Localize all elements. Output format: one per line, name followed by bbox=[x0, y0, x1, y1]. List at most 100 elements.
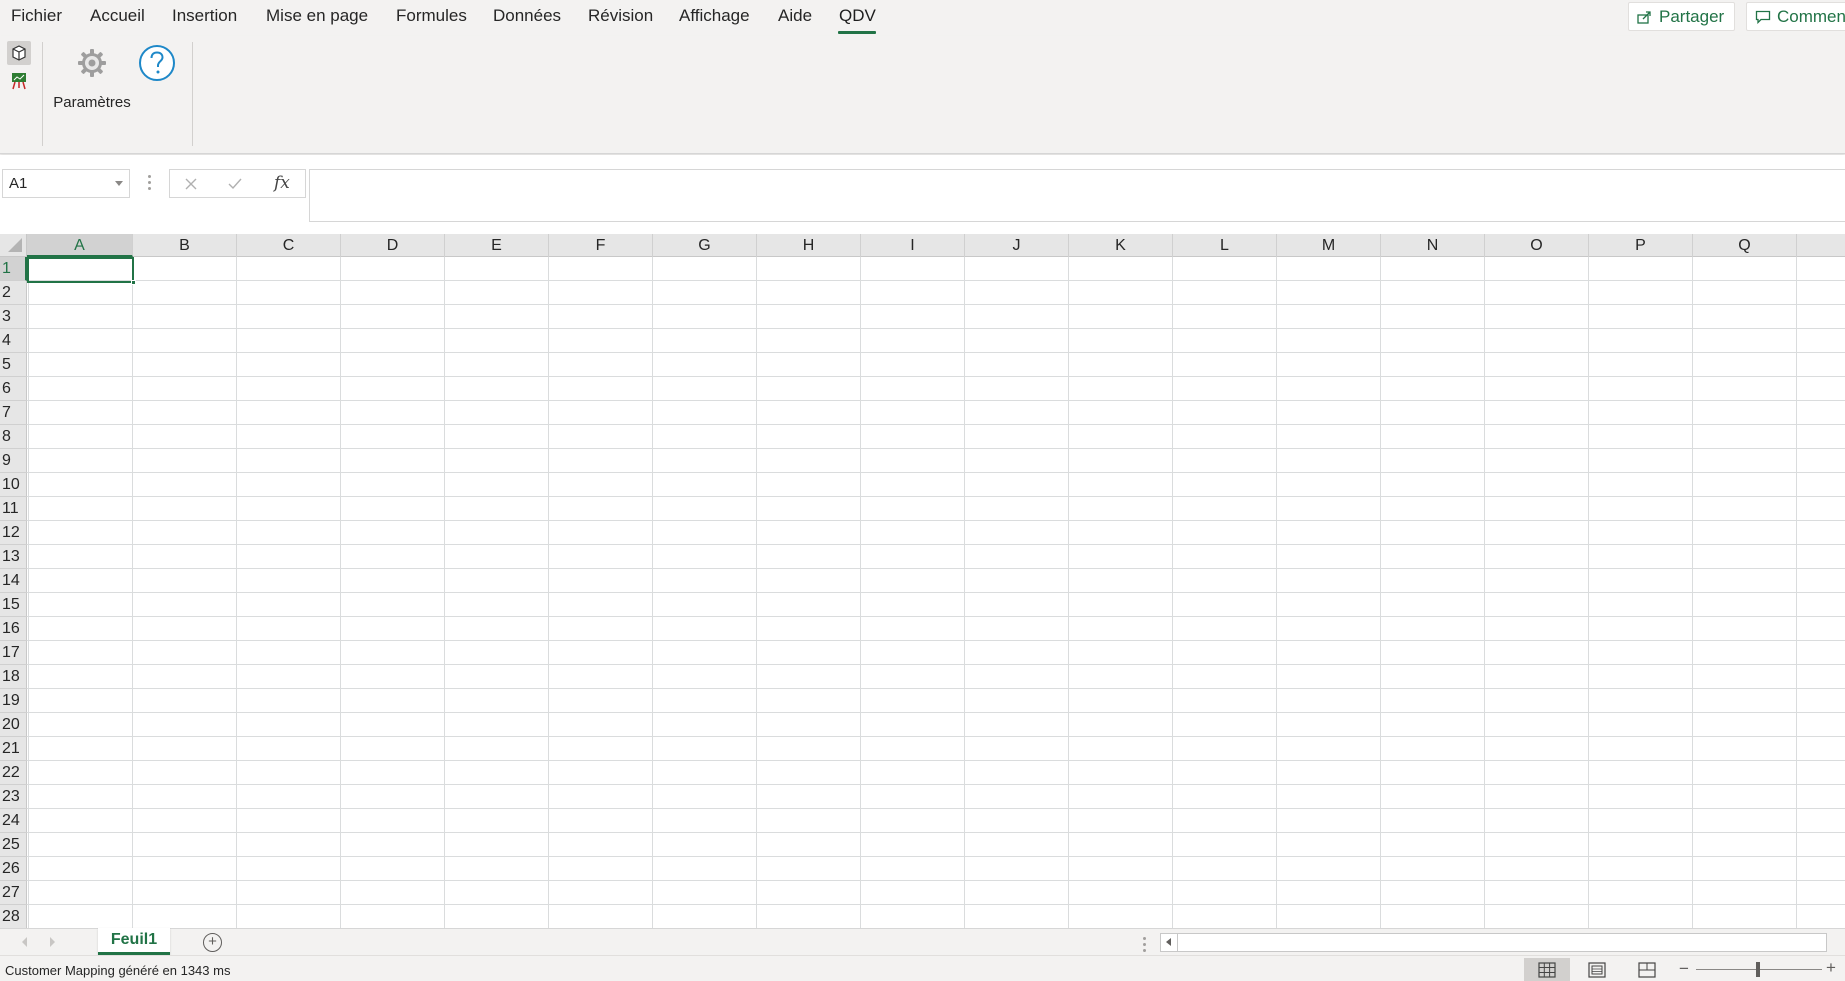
cancel-icon[interactable] bbox=[185, 178, 197, 190]
column-header-g[interactable]: G bbox=[653, 234, 757, 257]
name-box-value: A1 bbox=[9, 175, 28, 192]
row-header-8[interactable]: 8 bbox=[0, 425, 27, 449]
row-header-9[interactable]: 9 bbox=[0, 449, 27, 473]
row-header-1[interactable]: 1 bbox=[0, 257, 27, 281]
fill-handle[interactable] bbox=[131, 280, 136, 285]
column-header-i[interactable]: I bbox=[861, 234, 965, 257]
row-header-7[interactable]: 7 bbox=[0, 401, 27, 425]
column-header-e[interactable]: E bbox=[445, 234, 549, 257]
menu-formules[interactable]: Formules bbox=[396, 6, 467, 26]
enter-icon[interactable] bbox=[228, 178, 242, 190]
row-header-13[interactable]: 13 bbox=[0, 545, 27, 569]
menu-fichier[interactable]: Fichier bbox=[11, 6, 62, 26]
row-header-26[interactable]: 26 bbox=[0, 857, 27, 881]
sheet-next-icon[interactable] bbox=[50, 937, 55, 947]
formula-bar: A1 fx bbox=[0, 155, 1845, 222]
cell-area[interactable] bbox=[27, 257, 1845, 928]
add-sheet-button[interactable]: + bbox=[203, 933, 222, 952]
status-message: Customer Mapping généré en 1343 ms bbox=[5, 963, 231, 978]
sheet-tab-bar: Feuil1 + bbox=[0, 928, 1845, 955]
help-button[interactable] bbox=[138, 44, 176, 82]
row-header-12[interactable]: 12 bbox=[0, 521, 27, 545]
chart-board-icon[interactable] bbox=[10, 72, 28, 90]
column-header-f[interactable]: F bbox=[549, 234, 653, 257]
sheet-tab-feuil1[interactable]: Feuil1 bbox=[98, 928, 170, 955]
menu-donnees[interactable]: Données bbox=[493, 6, 561, 26]
row-header-19[interactable]: 19 bbox=[0, 689, 27, 713]
row-headers: 1 2 3 4 5 6 7 8 9 10 11 12 13 14 15 16 17 18 19 20 21 22 23 24 2… bbox=[0, 257, 27, 928]
row-header-21[interactable]: 21 bbox=[0, 737, 27, 761]
column-header-k[interactable]: K bbox=[1069, 234, 1173, 257]
cube-icon[interactable] bbox=[7, 41, 31, 65]
row-header-10[interactable]: 10 bbox=[0, 473, 27, 497]
column-header-o[interactable]: O bbox=[1485, 234, 1589, 257]
column-header-a[interactable]: A bbox=[27, 234, 133, 257]
gear-icon bbox=[78, 49, 106, 77]
menu-mise-en-page[interactable]: Mise en page bbox=[266, 6, 368, 26]
ribbon: Paramètres bbox=[0, 36, 1845, 154]
row-header-18[interactable]: 18 bbox=[0, 665, 27, 689]
active-tab-indicator bbox=[838, 31, 876, 34]
row-header-27[interactable]: 27 bbox=[0, 881, 27, 905]
column-header-q[interactable]: Q bbox=[1693, 234, 1797, 257]
row-header-6[interactable]: 6 bbox=[0, 377, 27, 401]
row-header-11[interactable]: 11 bbox=[0, 497, 27, 521]
page-break-view-button[interactable] bbox=[1624, 958, 1670, 981]
select-all-button[interactable] bbox=[0, 234, 27, 257]
ribbon-separator bbox=[42, 42, 43, 146]
column-header-l[interactable]: L bbox=[1173, 234, 1277, 257]
parametres-button[interactable]: Paramètres bbox=[52, 44, 132, 144]
menu-accueil[interactable]: Accueil bbox=[90, 6, 145, 26]
row-header-17[interactable]: 17 bbox=[0, 641, 27, 665]
column-header-d[interactable]: D bbox=[341, 234, 445, 257]
row-header-22[interactable]: 22 bbox=[0, 761, 27, 785]
menu-insertion[interactable]: Insertion bbox=[172, 6, 237, 26]
row-header-3[interactable]: 3 bbox=[0, 305, 27, 329]
insert-function-icon[interactable]: fx bbox=[274, 173, 290, 193]
scroll-left-icon[interactable] bbox=[1161, 934, 1178, 951]
chevron-down-icon[interactable] bbox=[115, 181, 123, 186]
row-header-2[interactable]: 2 bbox=[0, 281, 27, 305]
row-header-5[interactable]: 5 bbox=[0, 353, 27, 377]
column-header-c[interactable]: C bbox=[237, 234, 341, 257]
question-icon bbox=[139, 45, 175, 81]
zoom-out-button[interactable]: − bbox=[1679, 959, 1689, 979]
column-header-n[interactable]: N bbox=[1381, 234, 1485, 257]
sheet-prev-icon[interactable] bbox=[22, 937, 27, 947]
column-header-h[interactable]: H bbox=[757, 234, 861, 257]
page-layout-view-button[interactable] bbox=[1574, 958, 1620, 981]
formula-input[interactable] bbox=[309, 169, 1845, 222]
row-header-15[interactable]: 15 bbox=[0, 593, 27, 617]
menu-aide[interactable]: Aide bbox=[778, 6, 812, 26]
row-header-4[interactable]: 4 bbox=[0, 329, 27, 353]
row-header-28[interactable]: 28 bbox=[0, 905, 27, 928]
menu-revision[interactable]: Révision bbox=[588, 6, 653, 26]
row-header-14[interactable]: 14 bbox=[0, 569, 27, 593]
menu-bar: Fichier Accueil Insertion Mise en page F… bbox=[0, 0, 1845, 36]
menu-qdv[interactable]: QDV bbox=[839, 6, 876, 26]
zoom-in-button[interactable]: + bbox=[1826, 958, 1836, 978]
normal-view-button[interactable] bbox=[1524, 958, 1570, 981]
zoom-slider-thumb[interactable] bbox=[1756, 962, 1760, 977]
spreadsheet-grid: ABCDEFGHIJKLMNOPQ 1 2 3 4 5 6 7 8 9 10 11 12 13 14 15 1… bbox=[0, 222, 1845, 928]
row-header-25[interactable]: 25 bbox=[0, 833, 27, 857]
share-button[interactable]: Partager bbox=[1628, 2, 1735, 31]
column-headers: ABCDEFGHIJKLMNOPQ bbox=[27, 234, 1845, 257]
horizontal-scrollbar[interactable] bbox=[1160, 933, 1827, 952]
name-box[interactable]: A1 bbox=[2, 169, 130, 198]
row-header-20[interactable]: 20 bbox=[0, 713, 27, 737]
status-bar: Customer Mapping généré en 1343 ms − + bbox=[0, 955, 1845, 981]
menu-affichage[interactable]: Affichage bbox=[679, 6, 750, 26]
column-header-m[interactable]: M bbox=[1277, 234, 1381, 257]
row-header-16[interactable]: 16 bbox=[0, 617, 27, 641]
row-header-23[interactable]: 23 bbox=[0, 785, 27, 809]
column-header-p[interactable]: P bbox=[1589, 234, 1693, 257]
column-header-b[interactable]: B bbox=[133, 234, 237, 257]
formula-bar-resize-handle[interactable] bbox=[148, 175, 152, 193]
scroll-resize-handle[interactable] bbox=[1143, 937, 1146, 952]
column-header-j[interactable]: J bbox=[965, 234, 1069, 257]
active-cell-a1[interactable] bbox=[27, 257, 134, 283]
page-break-icon bbox=[1638, 961, 1656, 978]
comments-button[interactable]: Commentaires bbox=[1746, 2, 1845, 31]
row-header-24[interactable]: 24 bbox=[0, 809, 27, 833]
